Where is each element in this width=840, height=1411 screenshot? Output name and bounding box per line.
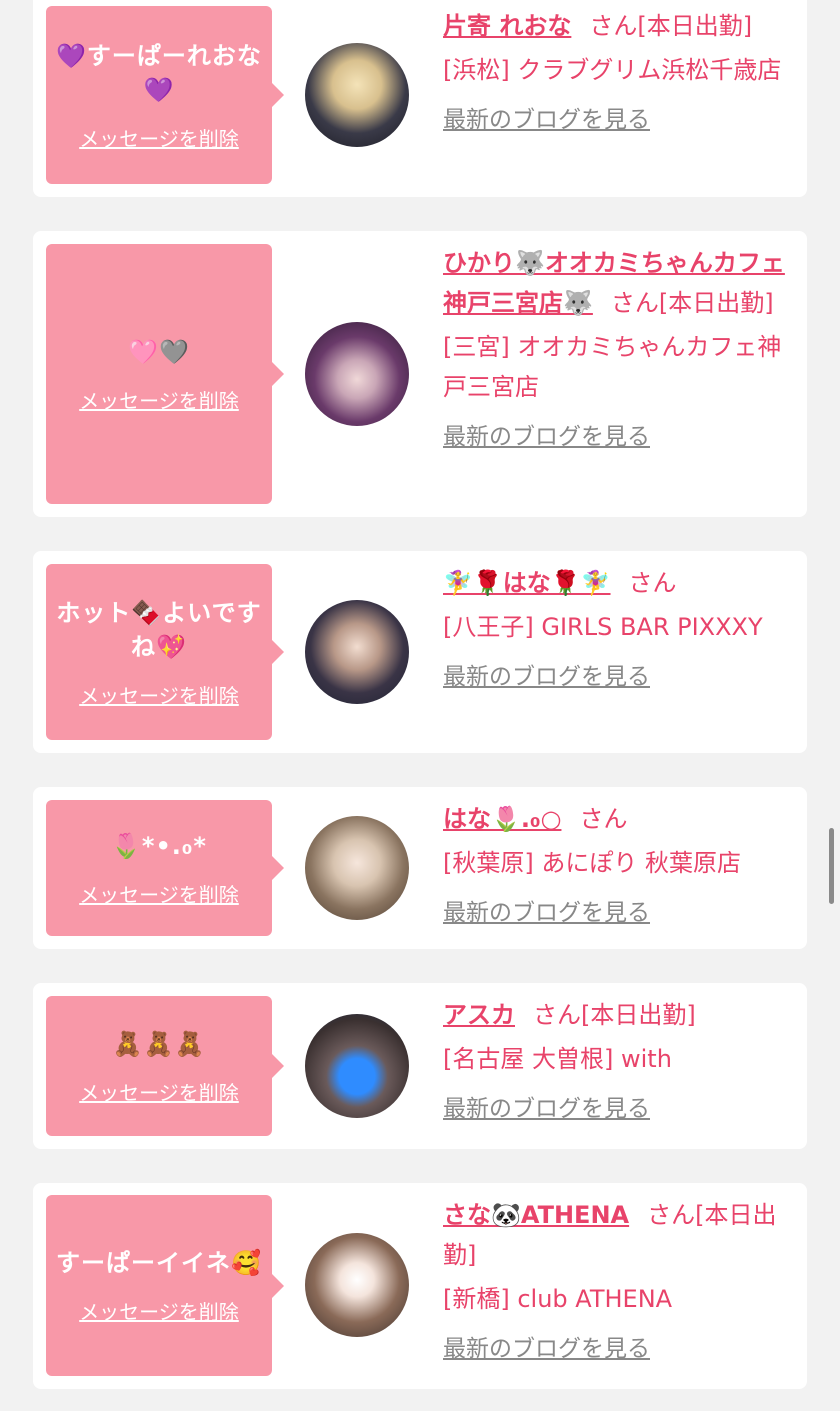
avatar[interactable] bbox=[305, 1014, 409, 1118]
cast-name-link[interactable]: はな🌷.₀○ bbox=[443, 805, 561, 833]
latest-blog-link[interactable]: 最新のブログを見る bbox=[443, 1089, 793, 1129]
avatar[interactable] bbox=[305, 1233, 409, 1337]
shop-name: [八王子] GIRLS BAR PIXXXY bbox=[443, 613, 763, 641]
message-card: 🧸🧸🧸 メッセージを削除 アスカ さん[本日出勤] [名古屋 大曽根] with … bbox=[33, 983, 807, 1149]
message-text: 🌷*•.₀* bbox=[111, 831, 207, 860]
message-text: 🩷🩶 bbox=[128, 337, 190, 366]
cast-status: さん[本日出勤] bbox=[610, 289, 774, 317]
message-text: 💜すーぱーれおな💜 bbox=[56, 41, 262, 104]
shop-name: [浜松] クラブグリム浜松千歳店 bbox=[443, 56, 782, 84]
shop-name: [名古屋 大曽根] with bbox=[443, 1045, 672, 1073]
shop-name: [三宮] オオカミちゃんカフェ神戸三宮店 bbox=[443, 333, 782, 401]
message-bubble: 🩷🩶 メッセージを削除 bbox=[46, 244, 284, 504]
latest-blog-link[interactable]: 最新のブログを見る bbox=[443, 417, 793, 457]
message-bubble: すーぱーイイネ🥰 メッセージを削除 bbox=[46, 1195, 284, 1376]
cast-status: さん bbox=[579, 805, 628, 833]
delete-message-link[interactable]: メッセージを削除 bbox=[79, 385, 239, 414]
message-bubble: ホット🍫よいですね💖 メッセージを削除 bbox=[46, 564, 284, 740]
delete-message-link[interactable]: メッセージを削除 bbox=[79, 680, 239, 709]
avatar[interactable] bbox=[305, 43, 409, 147]
cast-status: さん[本日出勤] bbox=[533, 1001, 696, 1029]
latest-blog-link[interactable]: 最新のブログを見る bbox=[443, 1329, 793, 1369]
message-card: 🌷*•.₀* メッセージを削除 はな🌷.₀○ さん [秋葉原] あにぽり 秋葉原店… bbox=[33, 787, 807, 949]
cast-info: はな🌷.₀○ さん [秋葉原] あにぽり 秋葉原店 最新のブログを見る bbox=[443, 799, 793, 933]
latest-blog-link[interactable]: 最新のブログを見る bbox=[443, 893, 793, 933]
latest-blog-link[interactable]: 最新のブログを見る bbox=[443, 100, 793, 140]
latest-blog-link[interactable]: 最新のブログを見る bbox=[443, 657, 793, 697]
avatar[interactable] bbox=[305, 600, 409, 704]
message-text: ホット🍫よいですね💖 bbox=[56, 598, 262, 661]
cast-info: アスカ さん[本日出勤] [名古屋 大曽根] with 最新のブログを見る bbox=[443, 995, 793, 1129]
delete-message-link[interactable]: メッセージを削除 bbox=[79, 1296, 239, 1325]
cast-info: ひかり🐺オオカミちゃんカフェ神戸三宮店🐺 さん[本日出勤] [三宮] オオカミちゃ… bbox=[443, 243, 793, 457]
delete-message-link[interactable]: メッセージを削除 bbox=[79, 123, 239, 152]
cast-name-link[interactable]: 片寄 れおな bbox=[443, 12, 571, 40]
message-card: ホット🍫よいですね💖 メッセージを削除 🧚‍♀️🌹はな🌹🧚‍♀️ さん [八王子]… bbox=[33, 551, 807, 753]
cast-name-link[interactable]: 🧚‍♀️🌹はな🌹🧚‍♀️ bbox=[443, 569, 611, 597]
delete-message-link[interactable]: メッセージを削除 bbox=[79, 1077, 239, 1106]
cast-name-link[interactable]: さな🐼ATHENA bbox=[443, 1201, 629, 1229]
shop-name: [新橋] club ATHENA bbox=[443, 1285, 673, 1313]
cast-info: 片寄 れおな さん[本日出勤] [浜松] クラブグリム浜松千歳店 最新のブログを見… bbox=[443, 6, 793, 140]
message-text: 🧸🧸🧸 bbox=[112, 1029, 206, 1058]
cast-name-link[interactable]: アスカ bbox=[443, 1001, 515, 1029]
message-text: すーぱーイイネ🥰 bbox=[56, 1249, 262, 1277]
message-bubble: 💜すーぱーれおな💜 メッセージを削除 bbox=[46, 6, 284, 184]
cast-status: さん[本日出勤] bbox=[589, 12, 753, 40]
cast-status: さん bbox=[628, 569, 677, 597]
avatar[interactable] bbox=[305, 322, 409, 426]
avatar[interactable] bbox=[305, 816, 409, 920]
message-bubble: 🧸🧸🧸 メッセージを削除 bbox=[46, 996, 284, 1136]
delete-message-link[interactable]: メッセージを削除 bbox=[79, 879, 239, 908]
message-bubble: 🌷*•.₀* メッセージを削除 bbox=[46, 800, 284, 936]
scrollbar-thumb[interactable] bbox=[829, 828, 834, 904]
message-card: 💜すーぱーれおな💜 メッセージを削除 片寄 れおな さん[本日出勤] [浜松] ク… bbox=[33, 0, 807, 197]
cast-info: さな🐼ATHENA さん[本日出勤] [新橋] club ATHENA 最新のブロ… bbox=[443, 1195, 793, 1369]
cast-info: 🧚‍♀️🌹はな🌹🧚‍♀️ さん [八王子] GIRLS BAR PIXXXY 最新… bbox=[443, 563, 793, 697]
message-card: 🩷🩶 メッセージを削除 ひかり🐺オオカミちゃんカフェ神戸三宮店🐺 さん[本日出勤]… bbox=[33, 231, 807, 517]
shop-name: [秋葉原] あにぽり 秋葉原店 bbox=[443, 849, 741, 877]
message-card: すーぱーイイネ🥰 メッセージを削除 さな🐼ATHENA さん[本日出勤] [新橋]… bbox=[33, 1183, 807, 1389]
